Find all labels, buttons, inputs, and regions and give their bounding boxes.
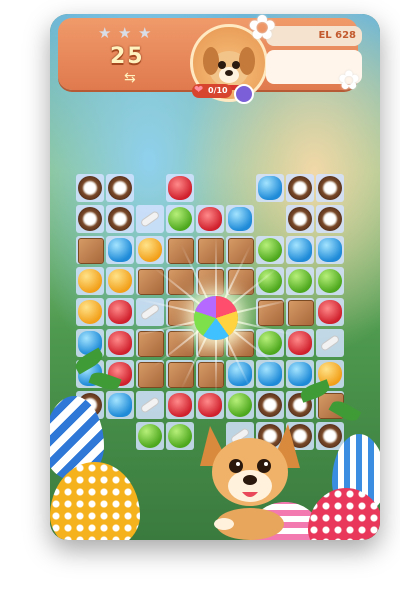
blue-piece[interactable] (108, 393, 132, 417)
bone-piece[interactable] (138, 393, 162, 417)
moves-counter: 25 (110, 44, 145, 69)
crate-piece[interactable] (198, 238, 224, 264)
blue-piece[interactable] (108, 238, 132, 262)
coco-piece[interactable] (318, 176, 342, 200)
crate-piece[interactable] (78, 238, 104, 264)
daisy-flower-decoration: ✿ (338, 66, 360, 96)
level-label: EL 628 (266, 26, 362, 46)
coco-piece[interactable] (78, 207, 102, 231)
red-piece[interactable] (198, 207, 222, 231)
star-icon: ★ (138, 24, 152, 42)
crate-piece[interactable] (138, 362, 164, 388)
red-piece[interactable] (108, 300, 132, 324)
coco-piece[interactable] (108, 207, 132, 231)
green-piece[interactable] (258, 238, 282, 262)
coco-piece[interactable] (108, 176, 132, 200)
green-piece[interactable] (318, 269, 342, 293)
green-piece[interactable] (168, 207, 192, 231)
crate-piece[interactable] (288, 300, 314, 326)
green-piece[interactable] (168, 424, 192, 448)
blue-piece[interactable] (288, 238, 312, 262)
red-piece[interactable] (108, 331, 132, 355)
red-piece[interactable] (318, 300, 342, 324)
coco-piece[interactable] (78, 176, 102, 200)
bone-piece[interactable] (138, 207, 162, 231)
yellow-piece[interactable] (78, 300, 102, 324)
paw-booster-icon: ❤ (194, 83, 204, 96)
red-piece[interactable] (168, 176, 192, 200)
top-hud: ★ ★ ★ 25 ⇆ EL 628 (58, 18, 362, 102)
moves-panel: ★ ★ ★ 25 ⇆ (98, 24, 178, 87)
booster-badge[interactable]: ❤ 0/10 (192, 83, 232, 98)
swap-arrows-icon: ⇆ (124, 70, 136, 86)
coco-piece[interactable] (318, 207, 342, 231)
rainbow-ball-icon[interactable] (194, 296, 238, 340)
stars-row: ★ ★ ★ (98, 24, 152, 42)
booster-slot-icon[interactable] (234, 84, 254, 104)
daisy-flower-decoration: ✿ (248, 14, 277, 48)
game-screen: ★ ★ ★ 25 ⇆ EL 628 ❤ 0/10 ✿ ✿ (50, 14, 380, 540)
crate-piece[interactable] (198, 362, 224, 388)
blue-piece[interactable] (318, 238, 342, 262)
bone-piece[interactable] (318, 331, 342, 355)
red-piece[interactable] (168, 393, 192, 417)
yellow-piece[interactable] (138, 238, 162, 262)
blue-piece[interactable] (258, 176, 282, 200)
booster-count: 0/10 (208, 86, 228, 95)
green-piece[interactable] (138, 424, 162, 448)
dog-mascot (200, 424, 300, 540)
yellow-piece[interactable] (108, 269, 132, 293)
coco-piece[interactable] (288, 176, 312, 200)
coco-piece[interactable] (318, 424, 342, 448)
blue-piece[interactable] (288, 362, 312, 386)
star-icon: ★ (118, 24, 132, 42)
star-icon: ★ (98, 24, 112, 42)
green-piece[interactable] (288, 269, 312, 293)
yellow-piece[interactable] (78, 269, 102, 293)
blue-piece[interactable] (228, 207, 252, 231)
coco-piece[interactable] (288, 207, 312, 231)
